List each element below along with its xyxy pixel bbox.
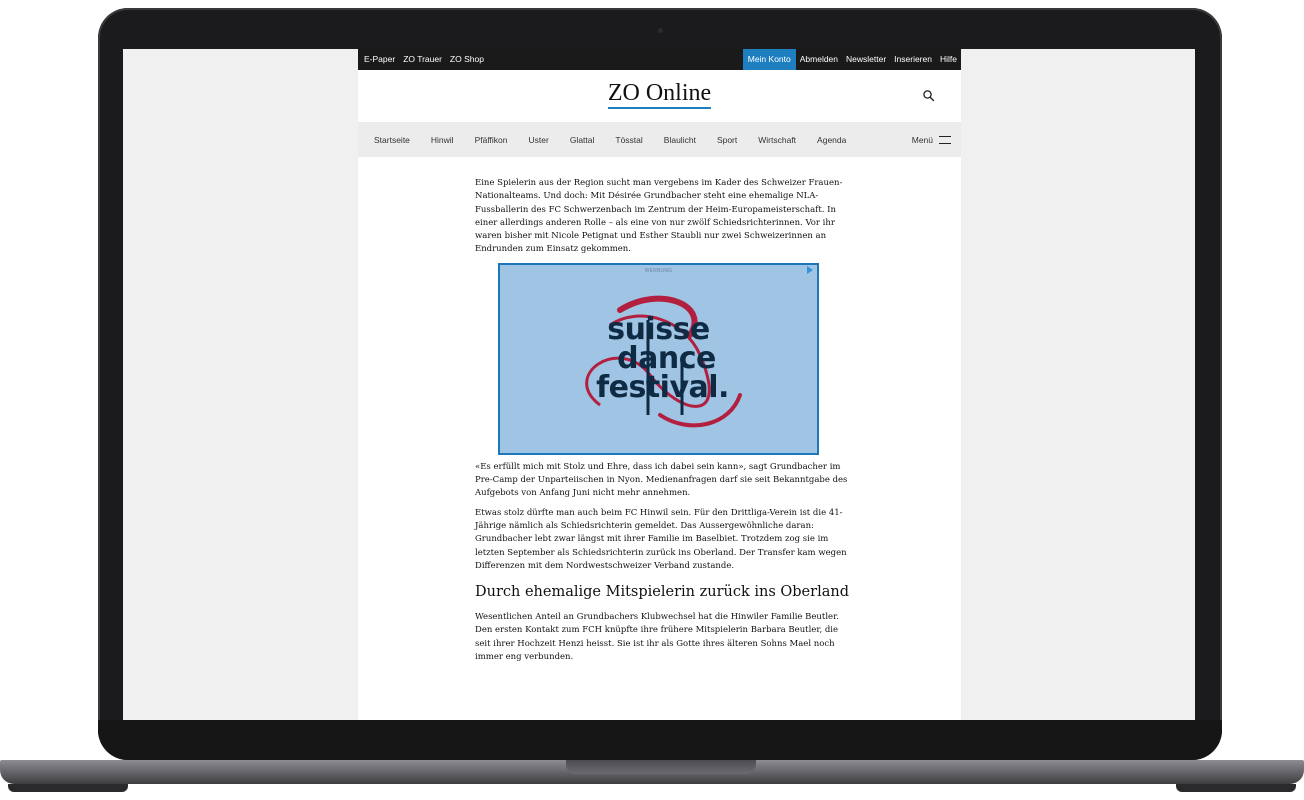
laptop-hinge-notch [566, 760, 756, 774]
laptop-foot-right [1176, 784, 1296, 792]
link-hilfe[interactable]: Hilfe [936, 49, 961, 70]
link-zo-shop[interactable]: ZO Shop [446, 49, 488, 70]
menu-button[interactable]: Menü [912, 122, 951, 157]
ad-line-3: festival. [596, 369, 729, 405]
service-links-right: Mein Konto Abmelden Newsletter Inseriere… [742, 49, 961, 70]
ad-label: WERBUNG [644, 267, 673, 274]
masthead: ZO Online [358, 70, 961, 122]
article-paragraph-1: Eine Spielerin aus der Region sucht man … [475, 178, 843, 255]
ad-line-1: suisse [607, 311, 710, 347]
nav-item-toesstal[interactable]: Tösstal [615, 135, 642, 145]
service-bar: E-Paper ZO Trauer ZO Shop Mein Konto Abm… [358, 49, 961, 70]
hamburger-icon [939, 135, 951, 144]
site-logo[interactable]: ZO Online [358, 80, 961, 109]
link-epaper[interactable]: E-Paper [358, 49, 399, 70]
nav-item-uster[interactable]: Uster [529, 135, 549, 145]
article-paragraph-3: Etwas stolz dürfte man auch beim FC Hinw… [475, 507, 847, 571]
screen: E-Paper ZO Trauer ZO Shop Mein Konto Abm… [123, 49, 1195, 720]
link-inserieren[interactable]: Inserieren [890, 49, 936, 70]
article-paragraph-2: «Es erfüllt mich mit Stolz und Ehre, das… [475, 461, 848, 499]
main-navigation: Startseite Hinwil Pfäffikon Uster Glatta… [358, 122, 961, 157]
nav-item-agenda[interactable]: Agenda [817, 135, 846, 145]
menu-label: Menü [911, 134, 933, 145]
link-mein-konto[interactable]: Mein Konto [742, 49, 796, 70]
service-links-left: E-Paper ZO Trauer ZO Shop [358, 49, 488, 70]
search-icon[interactable] [922, 89, 936, 103]
link-abmelden[interactable]: Abmelden [796, 49, 842, 70]
link-zo-trauer[interactable]: ZO Trauer [399, 49, 446, 70]
nav-item-blaulicht[interactable]: Blaulicht [664, 135, 696, 145]
nav-item-pfaeffikon[interactable]: Pfäffikon [475, 135, 508, 145]
link-newsletter[interactable]: Newsletter [842, 49, 890, 70]
camera-dot [658, 28, 663, 33]
ad-line-2: dance [617, 340, 716, 376]
web-page: E-Paper ZO Trauer ZO Shop Mein Konto Abm… [358, 49, 961, 720]
nav-item-wirtschaft[interactable]: Wirtschaft [758, 135, 796, 145]
nav-item-startseite[interactable]: Startseite [374, 135, 410, 145]
laptop-foot-left [8, 784, 128, 792]
article-paragraph-4: Wesentlichen Anteil an Grundbachers Klub… [475, 612, 839, 663]
article-body: Eine Spielerin aus der Region sucht man … [475, 177, 850, 670]
article-subheading: Durch ehemalige Mitspielerin zurück ins … [475, 584, 849, 601]
ad-choices-icon[interactable] [807, 265, 813, 274]
ad-banner[interactable]: WERBUNG suisse dance festival. [498, 262, 819, 455]
nav-item-hinwil[interactable]: Hinwil [431, 135, 454, 145]
nav-item-sport[interactable]: Sport [717, 135, 737, 145]
nav-item-glattal[interactable]: Glattal [570, 135, 595, 145]
ad-headline: suisse dance festival. [500, 311, 817, 405]
